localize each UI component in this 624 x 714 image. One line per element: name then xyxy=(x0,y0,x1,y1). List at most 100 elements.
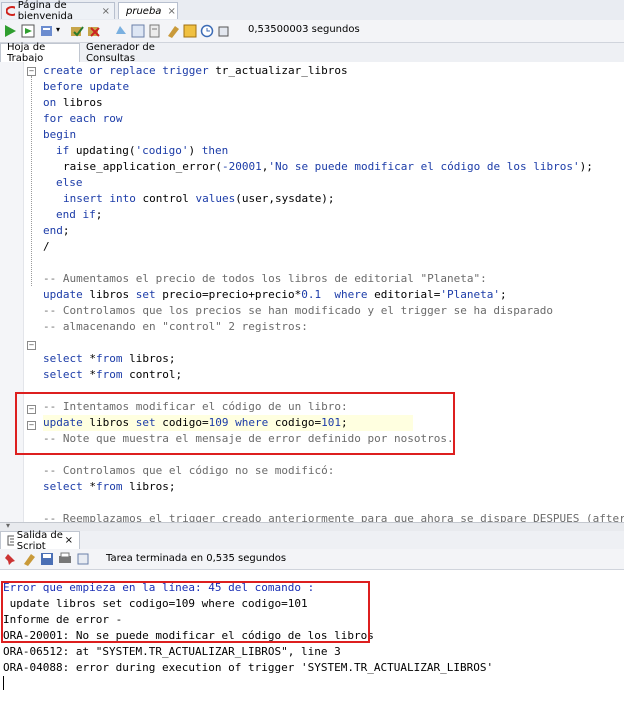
kw: update xyxy=(43,288,90,301)
kw: from xyxy=(95,480,130,493)
explain-plan-icon[interactable] xyxy=(148,24,162,38)
sql-tuning-icon[interactable] xyxy=(131,24,145,38)
code-line: begin xyxy=(43,128,77,141)
close-icon[interactable]: × xyxy=(102,6,110,17)
kw: create or replace trigger xyxy=(43,64,216,77)
code-line: update libros set precio=precio+precio*0… xyxy=(43,287,507,303)
code-text: raise_application_error( xyxy=(63,160,222,173)
oracle-icon xyxy=(6,6,15,16)
code-text: ); xyxy=(579,160,593,173)
close-icon[interactable]: × xyxy=(167,6,175,17)
tab-salida-script[interactable]: Salida de Script × xyxy=(0,530,80,552)
cancel-icon[interactable] xyxy=(114,24,128,38)
kw: select xyxy=(43,352,90,365)
chevron-down-icon[interactable]: ▾ xyxy=(56,25,60,34)
tab-generador-consultas[interactable]: Generador de Consultas xyxy=(80,41,190,64)
kw: select xyxy=(43,480,90,493)
code-line: on libros xyxy=(43,95,103,111)
code-text: * xyxy=(89,368,96,381)
history-icon[interactable] xyxy=(200,24,214,38)
code-text: tr_actualizar_libros xyxy=(215,64,348,77)
code-text: editorial= xyxy=(374,288,441,301)
tab-prueba[interactable]: prueba × xyxy=(118,2,178,19)
code-line: if updating('codigo') then xyxy=(56,143,228,159)
code-line: for each row xyxy=(43,112,123,125)
code-text: (user,sysdate); xyxy=(235,192,335,205)
code-line: create or replace trigger tr_actualizar_… xyxy=(43,63,348,79)
code-comment: -- Controlamos que el código no se modif… xyxy=(43,464,335,477)
pin-icon[interactable] xyxy=(217,24,231,38)
clear-icon[interactable] xyxy=(166,24,180,38)
code-line: end; xyxy=(43,223,70,239)
code-line: end if; xyxy=(56,207,102,223)
code-line: / xyxy=(43,240,50,253)
kw: from xyxy=(95,352,130,365)
code-line: else xyxy=(56,176,83,189)
code-text: precio=precio+precio* xyxy=(162,288,302,301)
kw: on xyxy=(43,96,63,109)
tab-hoja-de-trabajo[interactable]: Hoja de Trabajo xyxy=(0,42,80,64)
fold-icon[interactable]: − xyxy=(27,67,36,76)
code-line: before update xyxy=(43,80,130,93)
output-line: ORA-06512: at "SYSTEM.TR_ACTUALIZAR_LIBR… xyxy=(3,645,341,658)
kw: end xyxy=(43,224,63,237)
code-comment: -- almacenando en "control" 2 registros: xyxy=(43,320,308,333)
highlight-box-output xyxy=(1,581,370,643)
number-literal: 0.1 xyxy=(301,288,322,301)
autotrace-icon[interactable] xyxy=(40,24,54,38)
fold-icon[interactable]: − xyxy=(27,341,36,350)
kw: from xyxy=(95,368,130,381)
code-line: select *from libros; xyxy=(43,479,175,495)
collapse-icon[interactable]: ▾ xyxy=(6,521,10,530)
copy-icon[interactable] xyxy=(76,552,90,566)
print-icon[interactable] xyxy=(58,552,72,566)
string-literal: 'codigo' xyxy=(135,144,189,157)
kw: then xyxy=(201,144,229,157)
code-text: ; xyxy=(500,288,507,301)
code-comment: -- Reemplazamos el trigger creado anteri… xyxy=(43,512,624,522)
code-text: * xyxy=(89,480,96,493)
kw: select xyxy=(43,368,90,381)
output-line: ORA-04088: error during execution of tri… xyxy=(3,661,494,674)
worksheet-toolbar: ▾ 0,53500003 segundos xyxy=(0,20,624,43)
rollback-icon[interactable] xyxy=(87,24,101,38)
highlight-box-code xyxy=(15,392,455,455)
code-text: ; xyxy=(95,208,103,221)
kw: set xyxy=(135,288,163,301)
output-status: Tarea terminada en 0,535 segundos xyxy=(106,553,287,564)
script-output-icon xyxy=(7,535,14,546)
code-text: ) xyxy=(188,144,202,157)
close-icon[interactable]: × xyxy=(65,535,73,546)
tab-hoja-label: Hoja de Trabajo xyxy=(7,42,46,64)
save-icon[interactable] xyxy=(40,552,54,566)
number-literal: -20001 xyxy=(221,160,262,173)
tab-welcome-label: Página de bienvenida xyxy=(17,0,73,22)
code-comment: -- Aumentamos el precio de todos los lib… xyxy=(43,272,487,285)
kw: end if xyxy=(56,208,96,221)
run-script-icon[interactable] xyxy=(21,24,35,38)
code-text: control; xyxy=(129,368,183,381)
tab-welcome[interactable]: Página de bienvenida × xyxy=(1,0,115,22)
editor-tab-bar: Página de bienvenida × prueba × xyxy=(0,0,624,22)
code-line: select *from libros; xyxy=(43,351,175,367)
code-line: select *from control; xyxy=(43,367,182,383)
commit-icon[interactable] xyxy=(70,24,84,38)
worksheet-subtabs: Hoja de Trabajo Generador de Consultas xyxy=(0,41,624,64)
kw: values xyxy=(195,192,236,205)
code-text: libros; xyxy=(129,480,176,493)
tab-generador-label: Generador de Consultas xyxy=(86,41,155,64)
string-literal: 'Planeta' xyxy=(440,288,501,301)
kw: if xyxy=(56,144,76,157)
fold-guide xyxy=(31,76,32,286)
code-text: updating( xyxy=(75,144,136,157)
code-text: libros xyxy=(62,96,103,109)
kw: insert into xyxy=(63,192,143,205)
string-literal: 'No se puede modificar el código de los … xyxy=(268,160,580,173)
output-tab-bar: Salida de Script × xyxy=(0,530,624,552)
pin-icon[interactable] xyxy=(4,552,18,566)
kw: where xyxy=(334,288,375,301)
run-statement-icon[interactable] xyxy=(3,24,17,38)
format-icon[interactable] xyxy=(183,24,197,38)
clear-icon[interactable] xyxy=(22,552,36,566)
